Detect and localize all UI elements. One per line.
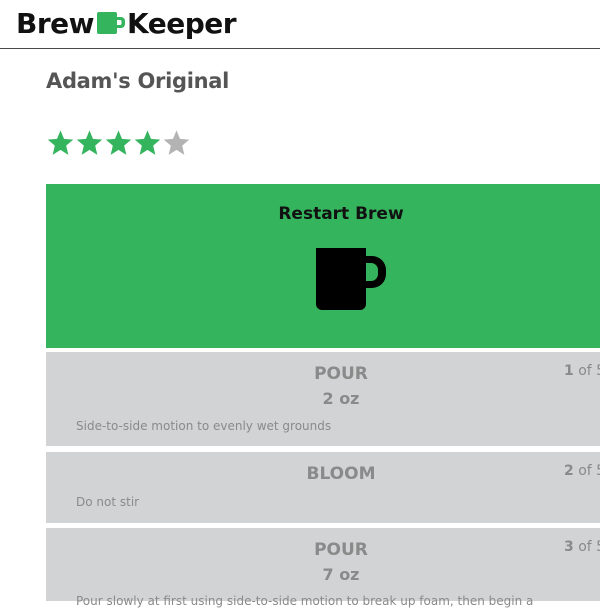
star-icon-2[interactable]: [75, 128, 104, 158]
step-note: Do not stir: [76, 495, 140, 509]
star-icon-5[interactable]: [162, 128, 191, 158]
step-counter: 3 of 5: [564, 539, 600, 555]
app-header: Brew Keeper: [0, 0, 600, 49]
step-counter: 1 of 5: [564, 363, 600, 379]
star-icon-4[interactable]: [133, 128, 162, 158]
mug-icon: [97, 12, 126, 34]
restart-brew-button[interactable]: Restart Brew: [46, 184, 600, 348]
step-note: Pour slowly at first using side-to-side …: [76, 594, 534, 608]
logo-text-keeper: Keeper: [127, 6, 237, 40]
step-note: Side-to-side motion to evenly wet ground…: [76, 419, 332, 433]
logo-text-brew: Brew: [16, 6, 95, 40]
step-index: 3: [564, 539, 574, 555]
step-card-3[interactable]: POUR 7 oz 3 of 5 Pour slowly at first us…: [46, 528, 600, 608]
step-card-2[interactable]: BLOOM 2 of 5 Do not stir: [46, 452, 600, 523]
step-total: of 5: [578, 463, 600, 479]
restart-brew-label: Restart Brew: [278, 204, 404, 224]
star-rating[interactable]: [46, 128, 191, 158]
recipe-title: Adam's Original: [46, 69, 230, 93]
coffee-mug-icon: [316, 248, 386, 310]
step-amount: 7 oz: [322, 565, 360, 584]
star-icon-1[interactable]: [46, 128, 75, 158]
step-index: 2: [564, 463, 574, 479]
step-action: BLOOM: [306, 464, 376, 484]
step-total: of 5: [578, 539, 600, 555]
step-action: POUR: [314, 540, 368, 560]
step-amount: 2 oz: [322, 389, 360, 408]
star-icon-3[interactable]: [104, 128, 133, 158]
step-index: 1: [564, 363, 574, 379]
step-counter: 2 of 5: [564, 463, 600, 479]
step-card-1[interactable]: POUR 2 oz 1 of 5 Side-to-side motion to …: [46, 352, 600, 446]
step-total: of 5: [578, 363, 600, 379]
step-action: POUR: [314, 364, 368, 384]
brewkeeper-logo[interactable]: Brew Keeper: [16, 3, 237, 43]
